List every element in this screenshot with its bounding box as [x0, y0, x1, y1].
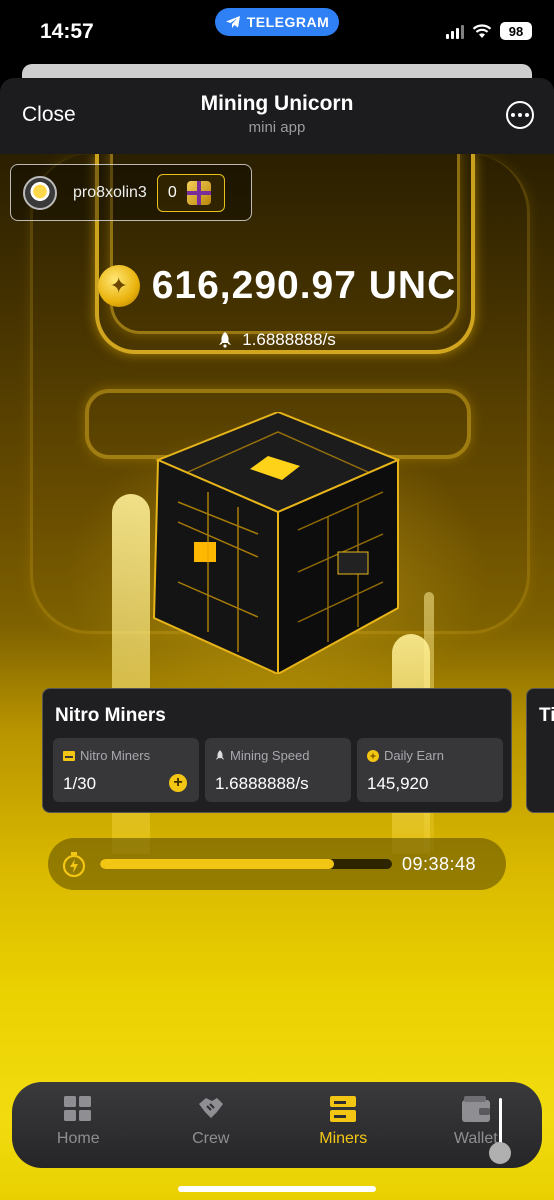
- stat-value: 1/30: [63, 774, 97, 793]
- balance-row: ✦ 616,290.97 UNC: [0, 264, 554, 308]
- wallet-icon: [461, 1096, 490, 1122]
- nitro-miners-card: Nitro Miners Nitro Miners 1/30 + Mining …: [42, 688, 512, 813]
- home-indicator[interactable]: [178, 1186, 376, 1192]
- stat-label-text: Mining Speed: [230, 748, 310, 763]
- stat-daily-earn: Daily Earn 145,920: [357, 738, 503, 802]
- handshake-icon: [198, 1098, 223, 1118]
- coin-icon: [367, 749, 379, 762]
- rocket-icon: [219, 332, 232, 348]
- mining-cube-image[interactable]: [148, 410, 408, 676]
- stat-value: 1.6888888/s: [215, 774, 309, 793]
- card-title: Ti: [539, 705, 554, 726]
- add-miner-button[interactable]: +: [169, 774, 187, 792]
- stat-value: 145,920: [367, 774, 429, 793]
- miners-icon: [330, 1096, 357, 1122]
- stat-label: Daily Earn: [367, 748, 444, 763]
- gift-count: 0: [167, 183, 177, 201]
- next-card-peek[interactable]: Ti: [526, 688, 554, 813]
- nav-label: Crew: [192, 1130, 230, 1147]
- app-header: Close Mining Unicorn mini app: [0, 78, 554, 154]
- battery-indicator: 98: [500, 22, 532, 40]
- mining-rate-row: 1.6888888/s: [0, 330, 554, 350]
- more-options-button[interactable]: [506, 101, 534, 129]
- cellular-signal-icon: [446, 23, 464, 39]
- mining-progress-fill: [100, 859, 334, 869]
- mining-timer-bar: 09:38:48: [48, 838, 506, 890]
- bottom-navigation: Home Crew Miners Wallet: [12, 1082, 542, 1168]
- scroll-knob[interactable]: [489, 1142, 511, 1164]
- wifi-icon: [472, 24, 492, 38]
- stat-label-text: Nitro Miners: [80, 748, 151, 763]
- mining-progress-bar: [100, 859, 392, 869]
- gift-box-icon: [186, 180, 211, 205]
- grid-icon: [64, 1096, 92, 1121]
- nav-home[interactable]: Home: [12, 1082, 145, 1168]
- nav-miners[interactable]: Miners: [277, 1082, 410, 1168]
- app-subtitle: mini app: [248, 119, 306, 136]
- miner-icon: [63, 750, 75, 761]
- status-bar: 14:57 TELEGRAM 98: [0, 0, 554, 62]
- nav-wallet[interactable]: Wallet: [410, 1082, 543, 1168]
- telegram-pill[interactable]: TELEGRAM: [215, 8, 339, 36]
- nav-label: Miners: [319, 1130, 368, 1147]
- status-icons: 98: [446, 22, 532, 40]
- balance-amount: 616,290.97 UNC: [151, 264, 457, 307]
- stat-nitro-miners: Nitro Miners 1/30 +: [53, 738, 199, 802]
- card-title: Nitro Miners: [55, 705, 166, 726]
- dot: [511, 113, 515, 117]
- app-title: Mining Unicorn: [200, 92, 354, 115]
- stat-label: Mining Speed: [215, 748, 310, 763]
- stopwatch-bolt-icon: [62, 852, 86, 877]
- telegram-icon: [225, 16, 240, 28]
- mining-rate: 1.6888888/s: [242, 330, 336, 349]
- telegram-label: TELEGRAM: [246, 14, 330, 30]
- timer-countdown: 09:38:48: [402, 853, 477, 874]
- username: pro8xolin3: [73, 183, 147, 201]
- user-profile-chip[interactable]: pro8xolin3 0: [10, 164, 252, 221]
- rocket-icon: [215, 749, 225, 760]
- coin-icon: ✦: [97, 265, 140, 307]
- nav-crew[interactable]: Crew: [145, 1082, 278, 1168]
- dot: [518, 113, 522, 117]
- avatar[interactable]: [23, 175, 57, 210]
- stat-label: Nitro Miners: [63, 748, 150, 763]
- stat-mining-speed: Mining Speed 1.6888888/s: [205, 738, 351, 802]
- dot: [525, 113, 529, 117]
- gift-counter-button[interactable]: 0: [156, 173, 225, 212]
- nav-label: Home: [56, 1130, 100, 1147]
- clock: 14:57: [40, 20, 94, 43]
- main-area: pro8xolin3 0 ✦ 616,290.97 UNC 1.6888888/…: [0, 154, 554, 1200]
- stat-label-text: Daily Earn: [384, 748, 444, 763]
